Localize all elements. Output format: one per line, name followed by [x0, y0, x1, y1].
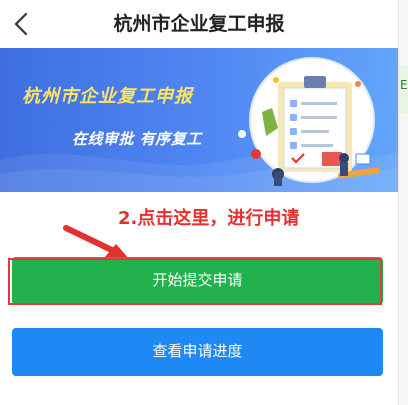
adjacent-window-edge: E — [398, 0, 408, 405]
clipboard-checklist-illustration — [238, 57, 380, 186]
hero-banner: 杭州市企业复工申报 在线审批 有序复工 — [0, 48, 398, 192]
adjacent-glyph: E — [400, 78, 408, 92]
view-progress-button[interactable]: 查看申请进度 — [12, 328, 383, 376]
instruction-annotation: 2.点击这里，进行申请 — [118, 208, 300, 229]
page-title: 杭州市企业复工申报 — [113, 13, 285, 35]
title-bar: 杭州市企业复工申报 — [0, 0, 398, 48]
banner-title: 杭州市企业复工申报 — [22, 86, 193, 107]
start-application-button[interactable]: 开始提交申请 — [12, 257, 383, 305]
banner-subtitle: 在线审批 有序复工 — [72, 130, 202, 148]
